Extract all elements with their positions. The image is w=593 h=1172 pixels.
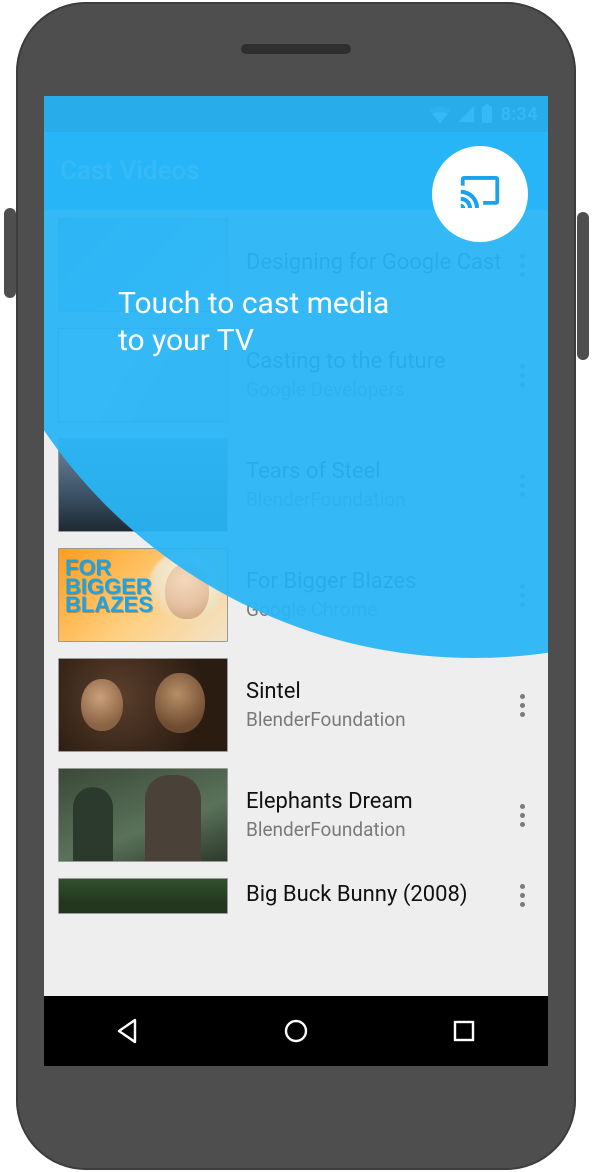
recents-icon	[450, 1017, 478, 1045]
system-nav-bar	[44, 996, 548, 1066]
thumbnail-overlay-text: FOR BIGGER BLAZES	[65, 559, 153, 615]
video-title: Big Buck Bunny (2008)	[246, 882, 504, 907]
home-icon	[281, 1016, 311, 1046]
list-item[interactable]: Elephants Dream BlenderFoundation	[44, 760, 548, 870]
video-subtitle: BlenderFoundation	[246, 818, 504, 841]
video-title: Elephants Dream	[246, 789, 504, 814]
cast-icon	[460, 176, 500, 212]
more-button[interactable]	[504, 768, 540, 862]
thumbnail	[58, 878, 228, 914]
back-button[interactable]	[98, 1009, 158, 1053]
thumbnail	[58, 768, 228, 862]
more-icon	[520, 884, 525, 907]
home-button[interactable]	[266, 1009, 326, 1053]
video-title: Sintel	[246, 679, 504, 704]
more-icon	[520, 804, 525, 827]
more-button[interactable]	[504, 878, 540, 914]
more-icon	[520, 694, 525, 717]
volume-rocker	[577, 212, 589, 360]
thumbnail	[58, 658, 228, 752]
back-icon	[113, 1016, 143, 1046]
list-item[interactable]: Big Buck Bunny (2008)	[44, 870, 548, 914]
video-subtitle: BlenderFoundation	[246, 708, 504, 731]
cast-button[interactable]	[432, 146, 528, 242]
power-button	[4, 208, 16, 298]
earpiece	[241, 44, 351, 54]
list-item[interactable]: Sintel BlenderFoundation	[44, 650, 548, 760]
recents-button[interactable]	[434, 1009, 494, 1053]
more-button[interactable]	[504, 658, 540, 752]
